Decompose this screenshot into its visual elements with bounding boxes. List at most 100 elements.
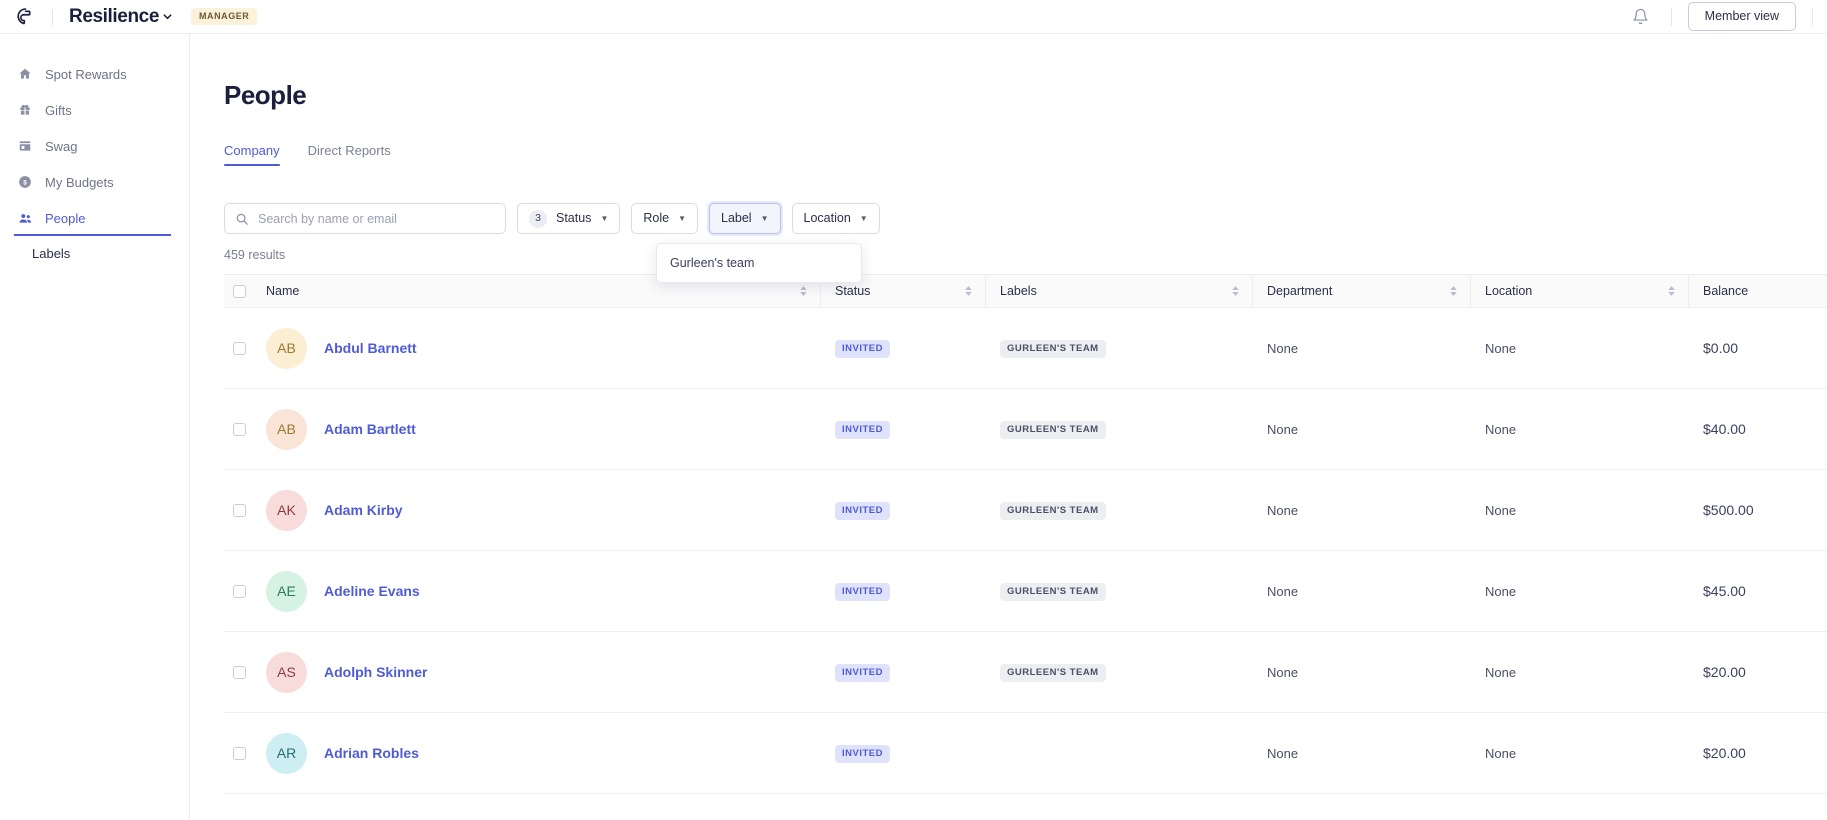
role-badge: MANAGER (191, 8, 258, 25)
filter-role-label: Role (643, 211, 670, 226)
column-header-label: Name (266, 284, 300, 298)
row-checkbox[interactable] (232, 746, 246, 760)
person-name-link[interactable]: Adrian Robles (324, 745, 419, 761)
location-cell: None (1485, 421, 1517, 437)
chevron-down-icon[interactable] (162, 11, 173, 22)
department-cell: None (1267, 340, 1299, 356)
search-icon (235, 212, 249, 226)
column-header-balance[interactable]: Balance (1689, 275, 1827, 307)
sidebar-item-labels[interactable]: Labels (0, 236, 189, 270)
filter-location-button[interactable]: Location ▼ (791, 203, 880, 234)
sort-icon[interactable] (1668, 286, 1675, 296)
department-cell: None (1267, 664, 1299, 680)
member-view-button[interactable]: Member view (1687, 2, 1796, 31)
balance-cell: $20.00 (1703, 664, 1746, 680)
filter-role-button[interactable]: Role ▼ (631, 203, 698, 234)
person-name-link[interactable]: Adam Bartlett (324, 421, 416, 437)
labels-cell: GURLEEN'S TEAM (986, 338, 1253, 358)
person-name-link[interactable]: Adam Kirby (324, 502, 403, 518)
filter-location-label: Location (803, 211, 851, 226)
search-input[interactable] (258, 211, 495, 226)
balance-cell: $500.00 (1703, 502, 1754, 518)
column-header-department[interactable]: Department (1253, 275, 1471, 307)
row-checkbox[interactable] (232, 341, 246, 355)
results-count: 459 results (224, 248, 286, 262)
status-badge: INVITED (835, 664, 890, 682)
notification-bell-icon[interactable] (1627, 3, 1655, 31)
tab-direct-reports[interactable]: Direct Reports (308, 143, 391, 166)
row-select-cell (224, 665, 254, 679)
table-row[interactable]: AB Abdul Barnett INVITED GURLEEN'S TEAM None… (224, 308, 1827, 389)
status-badge: INVITED (835, 421, 890, 439)
column-header-label: Labels (1000, 284, 1037, 298)
tab-company[interactable]: Company (224, 143, 280, 166)
sidebar-item-people[interactable]: People (0, 200, 189, 236)
column-header-location[interactable]: Location (1471, 275, 1689, 307)
label-badge: GURLEEN'S TEAM (1000, 664, 1106, 682)
avatar: AS (266, 651, 307, 693)
column-header-label: Location (1485, 284, 1533, 298)
status-cell: INVITED (821, 500, 986, 520)
department-cell: None (1267, 745, 1299, 761)
labels-cell: GURLEEN'S TEAM (986, 581, 1253, 601)
location-cell: None (1485, 583, 1517, 599)
sidebar-item-spot-rewards[interactable]: Spot Rewards (0, 56, 189, 92)
table-header-row: Name Status Labels Department Location B… (224, 274, 1827, 308)
name-cell: AS Adolph Skinner (254, 651, 821, 693)
resilience-logo-icon[interactable] (12, 4, 38, 30)
row-select-cell (224, 746, 254, 760)
labels-cell: GURLEEN'S TEAM (986, 662, 1253, 682)
status-cell: INVITED (821, 419, 986, 439)
row-checkbox[interactable] (232, 584, 246, 598)
person-name-link[interactable]: Adeline Evans (324, 583, 420, 599)
sidebar-item-label: People (45, 210, 86, 226)
table-row[interactable]: AB Adam Bartlett INVITED GURLEEN'S TEAM None… (224, 389, 1827, 470)
sort-icon[interactable] (965, 286, 972, 296)
table-row[interactable]: AE Adeline Evans INVITED GURLEEN'S TEAM None… (224, 551, 1827, 632)
sort-icon[interactable] (800, 286, 807, 296)
sort-icon[interactable] (1232, 286, 1239, 296)
column-header-label: Department (1267, 284, 1333, 298)
sort-icon[interactable] (1450, 286, 1457, 296)
sidebar-item-my-budgets[interactable]: $ My Budgets (0, 164, 189, 200)
table-row[interactable]: AK Adam Kirby INVITED GURLEEN'S TEAM None Non… (224, 470, 1827, 551)
svg-text:$: $ (23, 180, 27, 187)
avatar: AB (266, 327, 307, 369)
column-header-labels[interactable]: Labels (986, 275, 1253, 307)
people-icon (18, 211, 36, 226)
table-row[interactable]: AS Adolph Skinner INVITED GURLEEN'S TEAM Non… (224, 632, 1827, 713)
filter-label-label: Label (721, 211, 752, 226)
table-row[interactable]: AR Adrian Robles INVITED None None $20.00 (224, 713, 1827, 794)
search-box[interactable] (224, 203, 506, 234)
row-checkbox[interactable] (232, 422, 246, 436)
person-name-link[interactable]: Abdul Barnett (324, 340, 417, 356)
sidebar-item-label: Gifts (45, 102, 72, 118)
sidebar: Spot Rewards Gifts Swag $ My Budgets Peo… (0, 34, 190, 820)
app-shell: Spot Rewards Gifts Swag $ My Budgets Peo… (0, 34, 1827, 820)
status-cell: INVITED (821, 338, 986, 358)
filter-bar: 3 Status ▼ Role ▼ Label ▼ Location ▼ Gur… (224, 203, 1827, 283)
filter-label-button[interactable]: Label ▼ (709, 203, 781, 234)
select-all-checkbox[interactable] (232, 284, 246, 298)
row-checkbox[interactable] (232, 503, 246, 517)
column-header-label: Balance (1703, 284, 1749, 298)
person-name-link[interactable]: Adolph Skinner (324, 664, 427, 680)
filter-status-button[interactable]: 3 Status ▼ (517, 203, 621, 234)
label-badge: GURLEEN'S TEAM (1000, 340, 1106, 358)
header-divider-3 (1812, 7, 1813, 26)
sidebar-item-swag[interactable]: Swag (0, 128, 189, 164)
dropdown-item-gurleens-team[interactable]: Gurleen's team (657, 249, 861, 277)
column-header-label: Status (835, 284, 871, 298)
header-divider-2 (1670, 7, 1672, 26)
top-bar: Resilience MANAGER Member view (0, 0, 1827, 34)
name-cell: AE Adeline Evans (254, 570, 821, 612)
location-cell: None (1485, 340, 1517, 356)
balance-cell: $45.00 (1703, 583, 1746, 599)
row-select-cell (224, 341, 254, 355)
status-cell: INVITED (821, 662, 986, 682)
balance-cell: $0.00 (1703, 340, 1739, 356)
row-checkbox[interactable] (232, 665, 246, 679)
sidebar-item-gifts[interactable]: Gifts (0, 92, 189, 128)
caret-down-icon: ▼ (678, 213, 686, 223)
labels-cell: GURLEEN'S TEAM (986, 419, 1253, 439)
